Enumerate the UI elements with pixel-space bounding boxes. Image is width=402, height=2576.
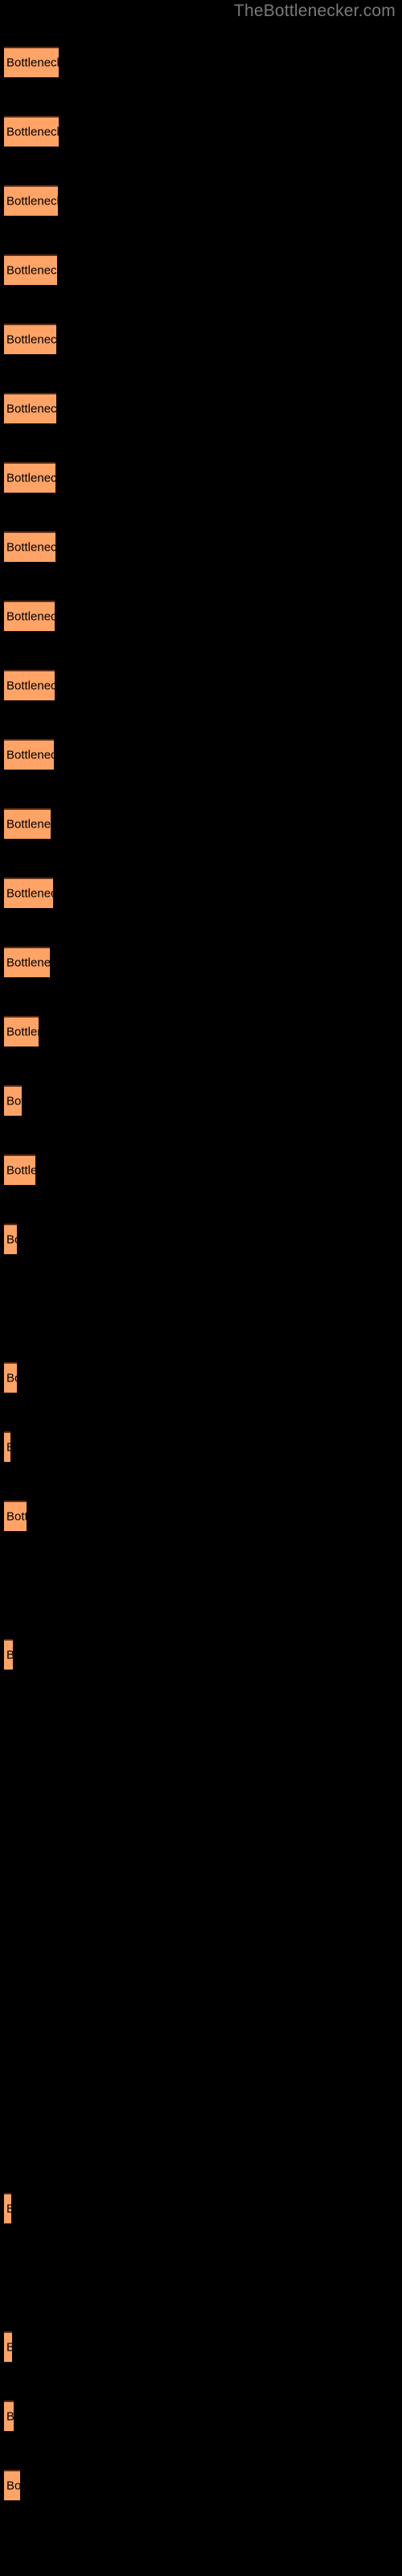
bar: Bottleneck result: [4, 739, 54, 770]
bar-label: Bottleneck result: [6, 679, 55, 693]
bar: Bottleneck result: [4, 877, 53, 908]
bar: Bottleneck result: [4, 1362, 17, 1393]
bar: Bottleneck result: [4, 462, 55, 493]
bar: Bottleneck result: [4, 2331, 12, 2362]
bar-label: Bottleneck result: [6, 2202, 11, 2216]
bar: Bottleneck result: [4, 1431, 10, 1462]
bar: Bottleneck result: [4, 393, 56, 423]
bar-label: Bottleneck result: [6, 2410, 14, 2424]
bar: Bottleneck result: [4, 1016, 39, 1046]
bar: Bottleneck result: [4, 324, 56, 354]
bar: Bottleneck result: [4, 808, 51, 839]
bar-label: Bottleneck result: [6, 1025, 39, 1039]
bar-series-layer: Bottleneck result Bottleneck result Bottle…: [0, 0, 402, 2576]
bar: Bottleneck result: [4, 2470, 20, 2500]
bar-label: Bottleneck result: [6, 609, 55, 624]
bar-label: Bottleneck result: [6, 1509, 27, 1524]
bar: Bottleneck result: [4, 1501, 27, 1531]
bar-label: Bottleneck result: [6, 540, 55, 555]
bar: Bottleneck result: [4, 116, 59, 147]
bar: Bottleneck result: [4, 254, 57, 285]
bar-label: Bottleneck result: [6, 748, 54, 762]
bar-label: Bottleneck result: [6, 125, 59, 139]
bar: Bottleneck result: [4, 47, 59, 77]
bar: Bottleneck result: [4, 1085, 22, 1116]
bar-label: Bottleneck result: [6, 1371, 17, 1385]
bar-label: Bottleneck result: [6, 2341, 12, 2355]
bar: Bottleneck result: [4, 1154, 35, 1185]
bar-label: Bottleneck result: [6, 1094, 22, 1108]
bar-label: Bottleneck result: [6, 1163, 35, 1178]
bar-label: Bottleneck result: [6, 332, 56, 347]
bottleneck-bar-chart: TheBottlenecker.com Bottleneck resultBot…: [0, 0, 402, 2576]
bar: Bottleneck result: [4, 1224, 17, 1254]
bar-label: Bottleneck result: [6, 956, 50, 970]
bar: Bottleneck result: [4, 531, 55, 562]
bar: Bottleneck result: [4, 670, 55, 700]
bar: Bottleneck result: [4, 947, 50, 977]
bar-label: Bottleneck result: [6, 1441, 10, 1455]
bar-label: Bottleneck result: [6, 2479, 20, 2493]
bar: Bottleneck result: [4, 2193, 11, 2223]
bar: Bottleneck result: [4, 185, 58, 216]
bar-label: Bottleneck result: [6, 886, 53, 901]
bar-label: Bottleneck result: [6, 56, 59, 70]
bar-label: Bottleneck result: [6, 471, 55, 485]
bar-label: Bottleneck result: [6, 402, 56, 416]
bar: Bottleneck result: [4, 2401, 14, 2431]
bar-label: Bottleneck result: [6, 1649, 13, 1662]
bar: Bottleneck result: [4, 1639, 13, 1670]
bar-label: Bottleneck result: [6, 1232, 17, 1247]
bar: Bottleneck result: [4, 601, 55, 631]
bar-label: Bottleneck result: [6, 194, 58, 208]
bar-label: Bottleneck result: [6, 263, 57, 278]
bar-label: Bottleneck result: [6, 817, 51, 832]
